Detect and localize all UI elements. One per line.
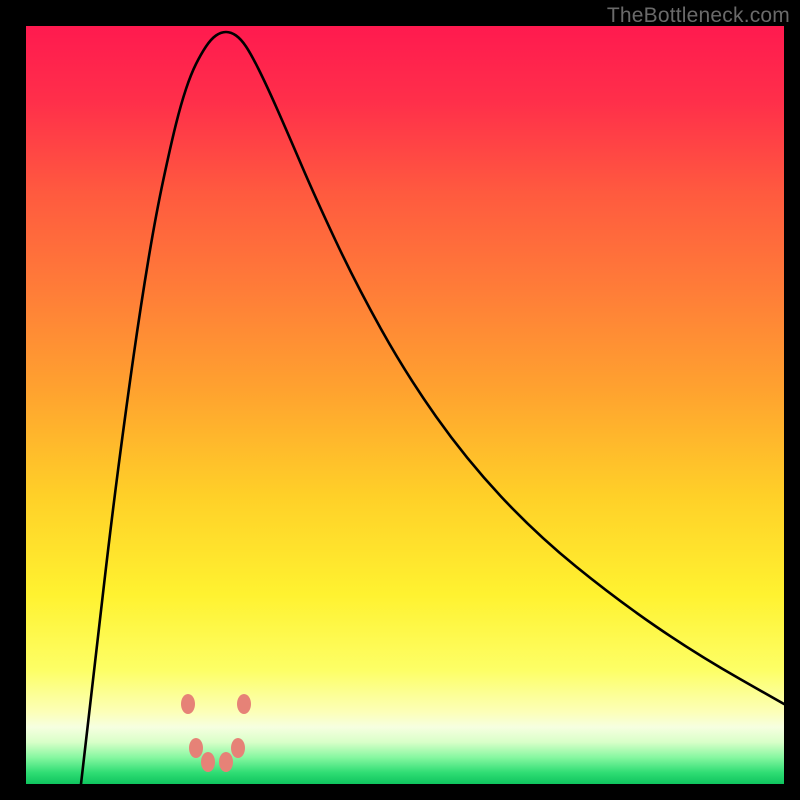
curve-marker	[181, 694, 195, 714]
curve-markers	[181, 694, 251, 772]
bottleneck-curve	[26, 26, 784, 784]
plot-area	[26, 26, 784, 784]
curve-marker	[231, 738, 245, 758]
curve-marker	[201, 752, 215, 772]
curve-marker	[219, 752, 233, 772]
curve-marker	[189, 738, 203, 758]
curve-marker	[237, 694, 251, 714]
watermark-text: TheBottleneck.com	[607, 4, 790, 28]
